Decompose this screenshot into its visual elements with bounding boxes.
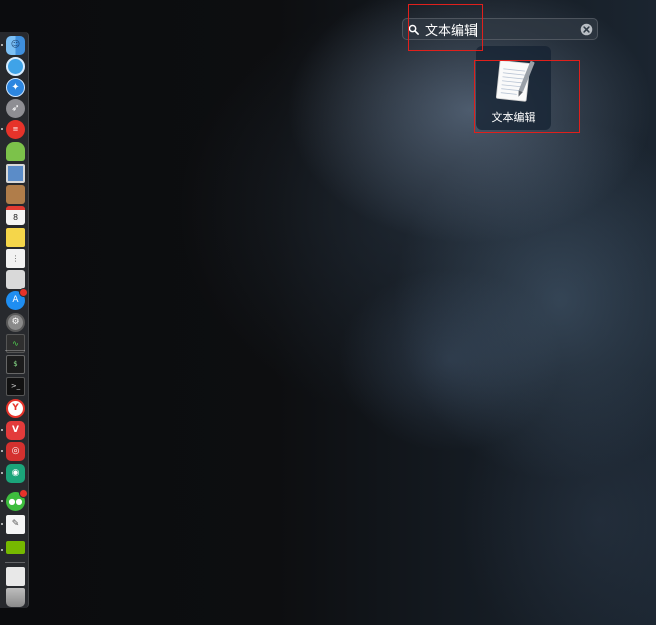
running-indicator [1,128,3,130]
calendar-icon[interactable]: 8 [6,206,25,225]
notes-icon[interactable] [6,228,25,247]
safari-icon[interactable]: ✦ [6,78,25,97]
dock-separator [5,350,25,351]
dock: ☺ ✦ ➶ ≡ 8 ⋮ A ⚙ ∿ $ >_ Y V ◎ ◉ ●● ✎ [0,32,29,608]
trash-icon[interactable] [6,588,25,607]
text-cursor [476,23,477,37]
app-store-icon[interactable]: A [6,288,28,310]
system-preferences-icon[interactable]: ⚙ [6,313,25,332]
vivaldi-icon[interactable]: V [1,421,25,440]
preview-icon[interactable] [6,164,25,183]
android-icon[interactable] [6,142,25,161]
clear-icon[interactable] [580,23,593,36]
nvidia-icon[interactable] [1,541,25,554]
running-indicator [1,44,3,46]
notification-badge [19,489,28,498]
running-indicator [1,450,3,452]
terminal-icon[interactable]: >_ [6,377,25,396]
textedit-icon[interactable]: ✎ [1,515,25,534]
running-indicator [1,549,3,551]
running-indicator [1,472,3,474]
todo-app-icon[interactable]: ≡ [1,120,25,139]
app-label: 文本编辑 [491,111,536,124]
wechat-icon[interactable]: ●● [1,489,28,511]
reminders-icon[interactable]: ⋮ [6,249,25,268]
notification-badge [19,288,28,297]
textedit-icon [495,60,535,102]
netease-music-icon[interactable]: ◎ [1,442,25,461]
running-indicator [1,429,3,431]
document-icon[interactable] [6,567,25,586]
console-icon[interactable]: $ [6,355,25,374]
running-indicator [1,523,3,525]
photos-tool-icon[interactable] [6,270,25,289]
search-icon [408,24,419,35]
running-indicator [1,500,3,502]
search-input[interactable] [425,20,575,38]
yandex-icon[interactable]: Y [6,399,25,418]
dock-separator [5,562,25,563]
network-icon[interactable] [6,57,25,76]
rocket-icon[interactable]: ➶ [6,99,25,118]
search-field[interactable] [402,18,598,40]
contacts-icon[interactable] [6,185,25,204]
search-result-textedit[interactable]: 文本编辑 [476,46,551,130]
finder-icon[interactable]: ☺ [1,36,25,55]
green-circle-app-icon[interactable]: ◉ [1,464,25,483]
